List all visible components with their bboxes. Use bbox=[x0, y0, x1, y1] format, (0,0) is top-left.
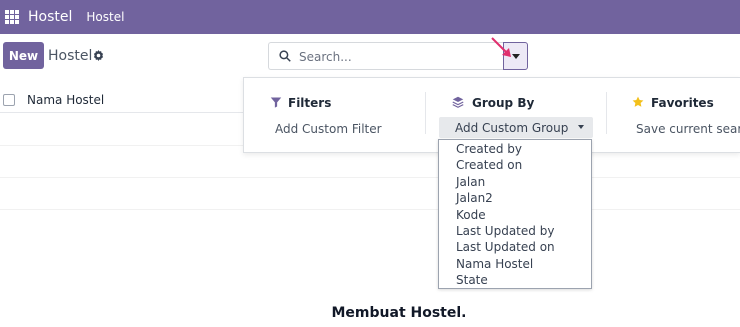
gear-icon[interactable] bbox=[93, 50, 104, 64]
search-bar bbox=[268, 42, 503, 70]
apps-grid-icon[interactable] bbox=[5, 10, 19, 24]
option-nama-hostel[interactable]: Nama Hostel bbox=[456, 257, 533, 271]
group-by-options-list: Created by Created on Jalan Jalan2 Kode … bbox=[438, 139, 592, 289]
option-state[interactable]: State bbox=[456, 273, 488, 287]
breadcrumb: Hostel bbox=[48, 48, 93, 64]
option-last-updated-on[interactable]: Last Updated on bbox=[456, 240, 555, 254]
group-select-value: Add Custom Group bbox=[455, 121, 569, 135]
chevron-down-icon bbox=[578, 125, 584, 129]
add-custom-filter-link[interactable]: Add Custom Filter bbox=[275, 122, 382, 136]
save-current-search-link[interactable]: Save current search bbox=[636, 122, 740, 136]
row-divider bbox=[0, 177, 740, 178]
option-created-by[interactable]: Created by bbox=[456, 142, 522, 156]
option-kode[interactable]: Kode bbox=[456, 208, 486, 222]
column-header-nama-hostel[interactable]: Nama Hostel bbox=[27, 93, 104, 107]
search-input[interactable] bbox=[299, 48, 494, 66]
group-by-title: Group By bbox=[472, 96, 535, 110]
empty-state-title: Membuat Hostel. bbox=[331, 305, 467, 321]
navbar: Hostel Hostel bbox=[0, 0, 740, 34]
menu-item-hostel[interactable]: Hostel bbox=[86, 10, 124, 24]
annotation-arrow-icon bbox=[491, 37, 511, 57]
favorites-title: Favorites bbox=[651, 96, 714, 110]
new-button[interactable]: New bbox=[3, 42, 44, 69]
layers-icon bbox=[452, 96, 464, 108]
add-custom-group-select[interactable]: Add Custom Group bbox=[439, 117, 593, 138]
option-jalan[interactable]: Jalan bbox=[456, 175, 485, 189]
search-icon bbox=[279, 50, 291, 62]
panel-divider bbox=[606, 92, 607, 134]
option-jalan2[interactable]: Jalan2 bbox=[456, 191, 493, 205]
row-divider bbox=[0, 209, 740, 210]
option-last-updated-by[interactable]: Last Updated by bbox=[456, 224, 554, 238]
star-icon bbox=[632, 96, 644, 107]
filters-title: Filters bbox=[288, 96, 332, 110]
filter-icon bbox=[270, 97, 282, 108]
panel-divider bbox=[425, 92, 426, 134]
list-header: Nama Hostel bbox=[0, 88, 244, 113]
select-all-checkbox[interactable] bbox=[3, 94, 15, 106]
app-title[interactable]: Hostel bbox=[28, 9, 72, 25]
option-created-on[interactable]: Created on bbox=[456, 158, 522, 172]
